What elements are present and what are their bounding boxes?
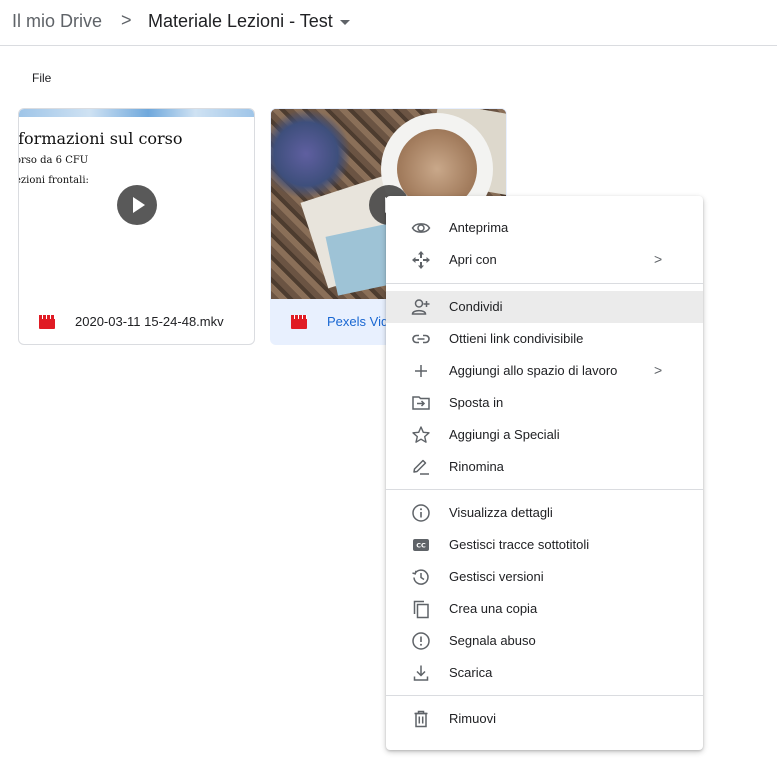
menu-item-label: Rinomina bbox=[449, 459, 504, 474]
menu-item-label: Ottieni link condivisibile bbox=[449, 331, 584, 346]
menu-item-sposta-in[interactable]: Sposta in bbox=[386, 387, 703, 419]
add-person-icon bbox=[411, 297, 431, 317]
link-icon bbox=[411, 329, 431, 349]
menu-item-label: Anteprima bbox=[449, 220, 509, 235]
menu-item-apri-con[interactable]: Apri con > bbox=[386, 244, 703, 276]
menu-divider bbox=[386, 489, 703, 490]
menu-item-aggiungi-spazio-lavoro[interactable]: Aggiungi allo spazio di lavoro > bbox=[386, 355, 703, 387]
info-icon bbox=[411, 503, 431, 523]
plus-icon bbox=[411, 361, 431, 381]
file-name: 2020-03-11 15-24-48.mkv bbox=[75, 314, 224, 329]
menu-item-label: Aggiungi allo spazio di lavoro bbox=[449, 363, 618, 378]
menu-divider bbox=[386, 283, 703, 284]
menu-divider bbox=[386, 695, 703, 696]
cc-icon: CC bbox=[411, 535, 431, 555]
folder-dropdown-caret-icon[interactable] bbox=[340, 20, 350, 25]
menu-item-tracce-sottotitoli[interactable]: CC Gestisci tracce sottotitoli bbox=[386, 529, 703, 561]
menu-item-label: Visualizza dettagli bbox=[449, 505, 553, 520]
menu-item-label: Gestisci tracce sottotitoli bbox=[449, 537, 590, 552]
breadcrumb-bar: Il mio Drive > Materiale Lezioni - Test bbox=[0, 0, 777, 46]
file-name: Pexels Vid bbox=[327, 314, 389, 329]
menu-item-crea-copia[interactable]: Crea una copia bbox=[386, 593, 703, 625]
eye-icon bbox=[411, 218, 431, 238]
menu-item-label: Rimuovi bbox=[449, 711, 496, 726]
move-to-folder-icon bbox=[411, 393, 431, 413]
menu-item-scarica[interactable]: Scarica bbox=[386, 657, 703, 689]
menu-item-visualizza-dettagli[interactable]: Visualizza dettagli bbox=[386, 497, 703, 529]
video-file-icon bbox=[291, 315, 307, 329]
star-icon bbox=[411, 425, 431, 445]
breadcrumb-separator-icon: > bbox=[121, 10, 132, 30]
video-file-icon bbox=[39, 315, 55, 329]
menu-item-label: Apri con bbox=[449, 252, 497, 267]
menu-item-anteprima[interactable]: Anteprima bbox=[386, 212, 703, 244]
menu-item-label: Scarica bbox=[449, 665, 493, 680]
breadcrumb-current-folder[interactable]: Materiale Lezioni - Test bbox=[148, 11, 333, 32]
menu-item-label: Condividi bbox=[449, 299, 503, 314]
download-icon bbox=[411, 663, 431, 683]
submenu-arrow-icon: > bbox=[654, 251, 663, 267]
menu-item-label: Aggiungi a Speciali bbox=[449, 427, 560, 442]
copy-icon bbox=[411, 599, 431, 619]
menu-item-rinomina[interactable]: Rinomina bbox=[386, 451, 703, 483]
thumbnail-text-line: orso da 6 CFU bbox=[19, 155, 89, 166]
breadcrumb-root[interactable]: Il mio Drive bbox=[12, 11, 102, 32]
trash-icon bbox=[411, 709, 431, 729]
play-icon[interactable] bbox=[117, 185, 157, 225]
file-card[interactable]: iformazioni sul corso orso da 6 CFU ezio… bbox=[18, 108, 255, 345]
menu-item-gestisci-versioni[interactable]: Gestisci versioni bbox=[386, 561, 703, 593]
menu-item-label: Sposta in bbox=[449, 395, 504, 410]
thumbnail-text-line: ezioni frontali: bbox=[19, 175, 89, 186]
menu-item-condividi[interactable]: Condividi bbox=[386, 291, 703, 323]
menu-item-label: Gestisci versioni bbox=[449, 569, 544, 584]
thumbnail-heading: iformazioni sul corso bbox=[19, 129, 183, 148]
menu-item-label: Segnala abuso bbox=[449, 633, 536, 648]
section-label-files: File bbox=[32, 71, 52, 85]
menu-item-aggiungi-speciali[interactable]: Aggiungi a Speciali bbox=[386, 419, 703, 451]
move-arrows-icon bbox=[411, 250, 431, 270]
file-thumbnail: iformazioni sul corso orso da 6 CFU ezio… bbox=[19, 109, 254, 299]
menu-item-label: Crea una copia bbox=[449, 601, 538, 616]
menu-item-segnala-abuso[interactable]: Segnala abuso bbox=[386, 625, 703, 657]
context-menu: Anteprima Apri con > Condividi Ottieni l… bbox=[386, 196, 703, 750]
file-name-row: 2020-03-11 15-24-48.mkv bbox=[19, 299, 254, 344]
submenu-arrow-icon: > bbox=[654, 362, 663, 378]
menu-item-rimuovi[interactable]: Rimuovi bbox=[386, 703, 703, 735]
svg-text:CC: CC bbox=[416, 542, 426, 550]
pencil-icon bbox=[411, 457, 431, 477]
thumbnail-toolbar-strip bbox=[19, 109, 254, 117]
history-icon bbox=[411, 567, 431, 587]
alert-icon bbox=[411, 631, 431, 651]
menu-item-ottieni-link[interactable]: Ottieni link condivisibile bbox=[386, 323, 703, 355]
